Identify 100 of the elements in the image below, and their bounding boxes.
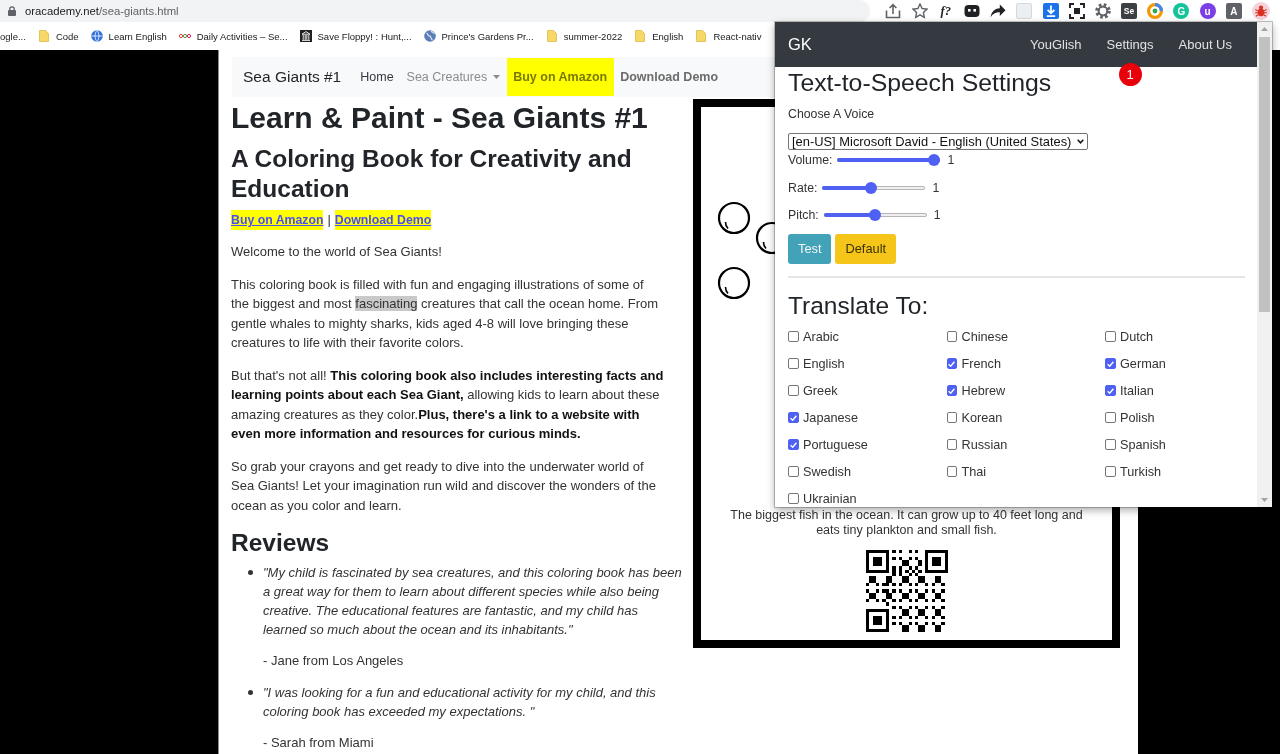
extension-button[interactable]: u [1199,3,1216,19]
ring-icon[interactable] [1147,3,1164,19]
extension-button[interactable]: A [1225,3,1242,19]
checkbox-label: Arabic [803,329,839,344]
extension-button[interactable]: f? [937,3,954,19]
checkbox-label: Russian [961,437,1008,452]
url-text: oracademy.net/sea-giants.html [25,5,179,17]
image-caption: The biggest fish in the ocean. It can grow up to 40 feet long and eats tiny plankton and small fish. [729,508,1084,538]
checkbox[interactable] [946,385,957,396]
nav-link[interactable]: Download Demo [613,58,725,96]
checkbox[interactable] [946,466,957,477]
bookmark[interactable]: English [634,30,684,42]
checkbox[interactable] [1105,385,1116,396]
slider-value: 1 [933,207,941,222]
paragraph: So grab your crayons and get ready to dive into the underwater world of Sea Giants! Let your imagination run wild and discover the wonders of the ocean as you color and learn. [231,457,657,515]
checkbox-label: Swedish [803,464,851,479]
bookmark[interactable]: Save Floppy! : Hunt,... [299,30,412,42]
slider-label: Rate: [788,180,818,195]
bookmark[interactable]: React-nativ [695,30,762,42]
checkmark-icon [948,387,956,394]
scrollbar[interactable] [1257,22,1272,507]
slider-thumb[interactable] [928,154,941,166]
folder-icon [634,30,647,42]
checkbox[interactable] [1105,358,1116,369]
field-label: Choose A Voice [788,106,875,122]
voice-select[interactable]: [en-US] Microsoft David - English (United States) [788,133,1088,150]
address-bar[interactable]: oracademy.net/sea-giants.html [0,0,870,22]
slider-value: 1 [947,153,955,167]
section-heading: Translate To: [788,290,929,321]
page-title: Learn & Paint - Sea Giants #1 [231,100,648,135]
slider-label: Pitch: [788,207,819,222]
extension-button[interactable]: Se [1121,3,1138,19]
checkbox-label: Portuguese [803,437,868,452]
bug-icon[interactable] [1252,2,1270,20]
nav-link[interactable]: Settings [1094,37,1166,52]
checkbox-label: Korean [961,410,1003,425]
slider-thumb[interactable] [869,208,882,221]
checkbox[interactable] [1105,331,1116,342]
bookmark[interactable]: ogle... [0,30,26,42]
checkbox-label: Italian [1120,383,1154,398]
bookmark[interactable]: Prince's Gardens Pr... [423,30,534,42]
bullet-icon [248,570,253,575]
page-subtitle: A Coloring Book for Creativity and Education [231,144,633,204]
popup-brand[interactable]: GK [788,35,812,54]
buy-link[interactable]: Buy on Amazon [231,210,324,230]
bookmark[interactable]: Daily Activities – Se... [178,30,288,42]
slider-thumb[interactable] [865,181,878,194]
checkbox[interactable] [946,358,957,369]
checkbox[interactable] [788,385,799,396]
building-icon [299,30,312,42]
download-link[interactable]: Download Demo [334,210,432,230]
download-icon[interactable] [1042,3,1059,19]
default-button[interactable]: Default [835,233,897,264]
nav-link[interactable]: Home [353,58,401,96]
section-heading: Reviews [231,528,330,558]
caret-icon [493,75,501,79]
checkbox[interactable] [788,466,799,477]
checkbox-label: Chinese [961,329,1009,344]
checkbox[interactable] [946,439,957,450]
star-icon[interactable] [911,3,928,19]
nav-brand[interactable]: Sea Giants #1 [243,68,342,86]
folder-icon [695,30,708,42]
slider-track[interactable] [837,154,941,166]
bookmark[interactable]: summer-2022 [545,30,623,42]
arrow-icon[interactable] [990,3,1007,19]
checkbox[interactable] [788,439,799,450]
review-author: - Jane from Los Angeles [263,652,404,670]
scrollbar-thumb[interactable] [1259,37,1270,312]
checkbox[interactable] [946,331,957,342]
share-icon[interactable] [885,3,902,19]
checkbox[interactable] [788,331,799,342]
paragraph: Welcome to the world of Sea Giants! [231,243,443,261]
nav-link[interactable]: About Us [1166,37,1245,52]
checkbox-label: Spanish [1120,437,1166,452]
popup-title: Text-to-Speech Settings [788,69,1052,97]
review-quote: "I was looking for a fun and educational activity for my child, and this coloring book has exceeded my expectations. " [263,684,657,721]
bookmark[interactable]: Code [37,30,79,42]
paragraph: But that's not all! This coloring book also includes interesting facts and learning points about each Sea Giant, allowing kids to learn about these amazing creatures as they color.Plus, there's a link to a website with even more information and resources for curious minds. [231,366,665,443]
gear-icon[interactable] [1094,3,1111,19]
checkbox[interactable] [788,493,799,504]
chevron-down-icon [1077,139,1084,144]
bookmark[interactable]: Learn English [90,30,167,42]
checkbox[interactable] [1105,412,1116,423]
checkmark-icon [948,360,956,367]
checkbox-label: Thai [961,464,987,479]
checkbox[interactable] [1105,439,1116,450]
nav-link[interactable]: YouGlish [1017,37,1095,52]
bullet-icon [248,690,253,695]
slider-track[interactable] [822,181,926,194]
mask-icon[interactable] [963,3,980,19]
crop-icon[interactable] [1068,3,1085,19]
checkbox[interactable] [1105,466,1116,477]
checkbox[interactable] [946,412,957,423]
bubble [717,266,751,300]
checkbox[interactable] [788,358,799,369]
folder-icon [37,30,50,42]
slider-track[interactable] [823,208,927,221]
globe-icon [90,30,103,42]
lock-icon [8,6,16,16]
checkbox[interactable] [788,412,799,423]
